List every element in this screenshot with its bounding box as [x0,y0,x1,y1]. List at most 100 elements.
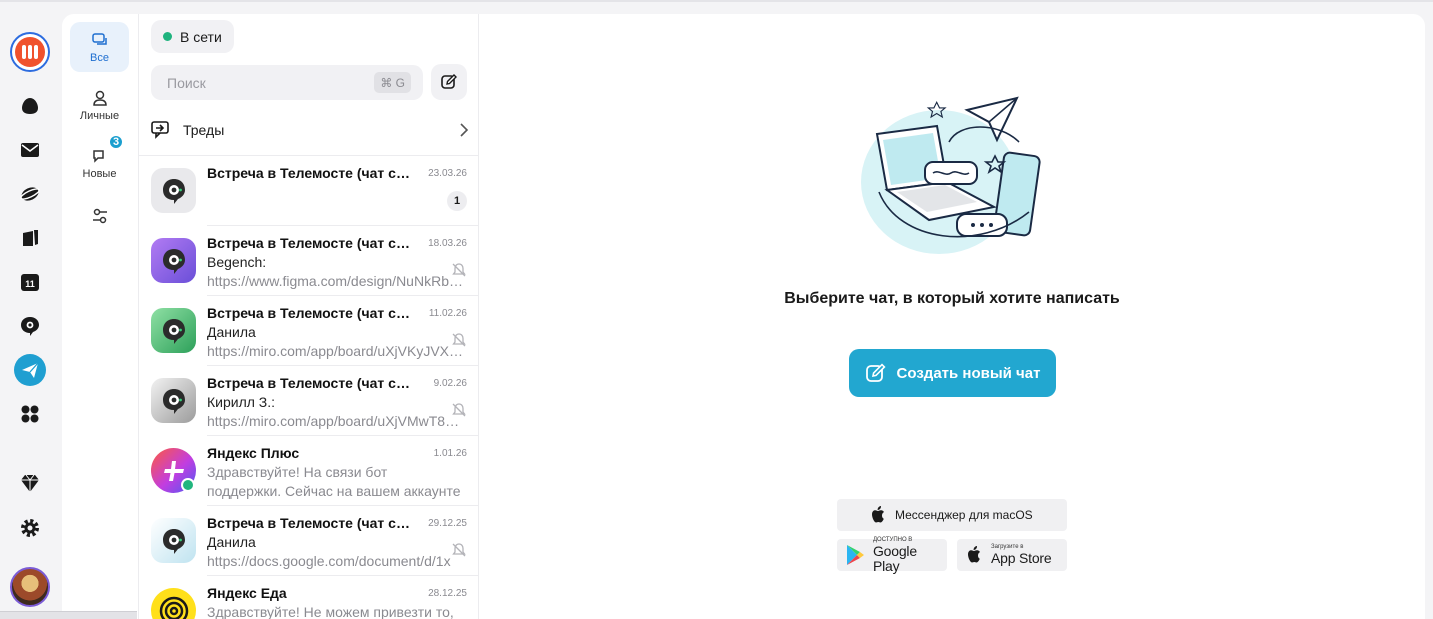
chat-item[interactable]: Встреча в Телемосте (чат созда 18.03.26 … [139,226,478,296]
telemost-chat-avatar [151,308,196,353]
new-count-badge: 3 [108,134,124,150]
chat-message-preview: https://docs.google.com/document/d/1x [207,553,451,569]
chat-title: Яндекс Еда [207,585,287,601]
muted-bell-icon [452,263,466,277]
compose-button[interactable] [431,64,467,100]
yandex-eda-avatar [151,588,196,619]
person-icon [92,90,107,106]
chat-message-preview: https://www.figma.com/design/NuNkRbDFcYt… [207,273,465,289]
calendar-icon[interactable]: 11 [9,261,51,303]
telemost-chat-avatar [151,238,196,283]
mail-icon[interactable] [9,129,51,171]
online-dot-icon [163,32,172,41]
telemost-chat-avatar [151,518,196,563]
chat-date: 1.01.26 [433,448,467,459]
svg-text:11: 11 [25,279,35,289]
chat-item[interactable]: Встреча в Телемосте (чат созда 29.12.25 … [139,506,478,576]
chat-message-preview: Здравствуйте! Не можем привезти то, [207,604,454,619]
apple-icon [968,546,980,563]
window-top-border [0,0,1433,2]
app-rail: 11 [0,2,62,619]
chat-title: Встреча в Телемосте (чат созда [207,235,417,251]
user-avatar[interactable] [10,567,50,607]
threads-label: Треды [183,122,225,138]
threads-icon [151,121,169,139]
messenger-active-icon[interactable] [9,349,51,391]
chat-title: Встреча в Телемосте (чат созда [207,515,417,531]
all-services-icon[interactable] [9,393,51,435]
chat-title: Встреча в Телемосте (чат созда [207,305,417,321]
threads-row[interactable]: Треды [151,118,469,142]
chat-title: Встреча в Телемосте (чат созда [207,165,417,181]
chat-filter-tabs: Все Личные Новые 3 [62,14,138,619]
macos-app-label: Мессенджер для macOS [895,508,1033,522]
chat-title: Встреча в Телемосте (чат созда [207,375,417,391]
chat-empty-state: Выберите чат, в который хотите написать … [479,14,1425,619]
chat-author: Begench: [207,254,267,270]
muted-bell-icon [452,543,466,557]
chat-message-preview: https://miro.com/app/board/uXjVKyJVXUo= [207,343,465,359]
chat-author: Кирилл З.: [207,394,276,410]
telemost-chat-avatar [151,168,196,213]
create-new-chat-button[interactable]: Создать новый чат [849,349,1056,397]
chat-date: 29.12.25 [428,518,467,529]
unread-count-badge: 1 [447,191,467,211]
drive-icon[interactable] [9,85,51,127]
chat-date: 9.02.26 [433,378,467,389]
chat-item[interactable]: Яндекс Еда 28.12.25 Здравствуйте! Не мож… [139,576,478,619]
telemost-icon[interactable] [9,173,51,215]
chevron-right-icon [460,123,469,137]
muted-bell-icon [452,403,466,417]
search-placeholder: Поиск [167,74,206,91]
chat-illustration-icon [861,96,1041,254]
select-chat-prompt: Выберите чат, в который хотите написать [784,290,1120,307]
new-chat-icon [92,149,104,163]
tab-new-label: Новые [82,167,117,180]
tab-all-label: Все [90,51,109,64]
apple-icon [872,506,884,523]
google-play-button[interactable]: ДОСТУПНО В Google Play [837,537,947,574]
chat-message-preview: поддержки. Сейчас на вашем аккаунте [207,483,461,499]
muted-bell-icon [452,333,466,347]
chat-item[interactable]: Встреча в Телемосте (чат созда 11.02.26 … [139,296,478,366]
documents-icon[interactable] [9,217,51,259]
diamond-icon[interactable] [9,462,51,504]
app-store-button[interactable]: Загрузите в App Store [957,539,1067,571]
chat-item[interactable]: Встреча в Телемосте (чат созда 23.03.26 … [139,156,478,226]
chat-message-preview: https://miro.com/app/board/uXjVMwT8Ak= [207,413,465,429]
chat-date: 18.03.26 [428,238,467,249]
telemost-chat-avatar [151,378,196,423]
chat-date: 28.12.25 [428,588,467,599]
online-indicator-icon [181,478,195,492]
tab-personal-label: Личные [79,109,120,122]
yandex-logo-icon[interactable] [10,32,50,72]
search-shortcut: ⌘ G [374,72,411,93]
tab-new[interactable]: Новые 3 [70,134,129,188]
macos-app-button[interactable]: Мессенджер для macOS [837,499,1067,531]
settings-icon[interactable] [9,507,51,549]
chat-item[interactable]: Встреча в Телемосте (чат созда 9.02.26 К… [139,366,478,436]
edit-icon [865,363,886,382]
chat-author: Данила [207,324,256,340]
tab-all[interactable]: Все [70,22,129,72]
chat-list-panel: В сети Поиск ⌘ G Треды Встреча в Телемос… [138,14,479,619]
chat-date: 11.02.26 [428,308,467,319]
chat-item[interactable]: Яндекс Плюс 1.01.26 Здравствуйте! На свя… [139,436,478,506]
search-input[interactable]: Поиск ⌘ G [151,65,423,100]
chat-title: Яндекс Плюс [207,445,300,461]
chat-author: Данила [207,534,256,550]
chats-icon [91,32,107,45]
tab-personal[interactable]: Личные [70,80,129,130]
google-play-icon [846,545,864,565]
app-store-label: App Store [991,550,1052,566]
chat-message-preview: Здравствуйте! На связи бот [207,464,388,480]
google-play-label: Google Play [872,542,917,574]
filters-icon [92,208,107,224]
online-status[interactable]: В сети [151,20,234,53]
bottom-scrollbar [0,611,137,619]
create-new-chat-label: Создать новый чат [896,364,1041,382]
tab-filters[interactable] [70,191,129,241]
online-status-label: В сети [180,28,222,45]
messenger-icon[interactable] [9,305,51,347]
edit-icon [441,74,457,89]
